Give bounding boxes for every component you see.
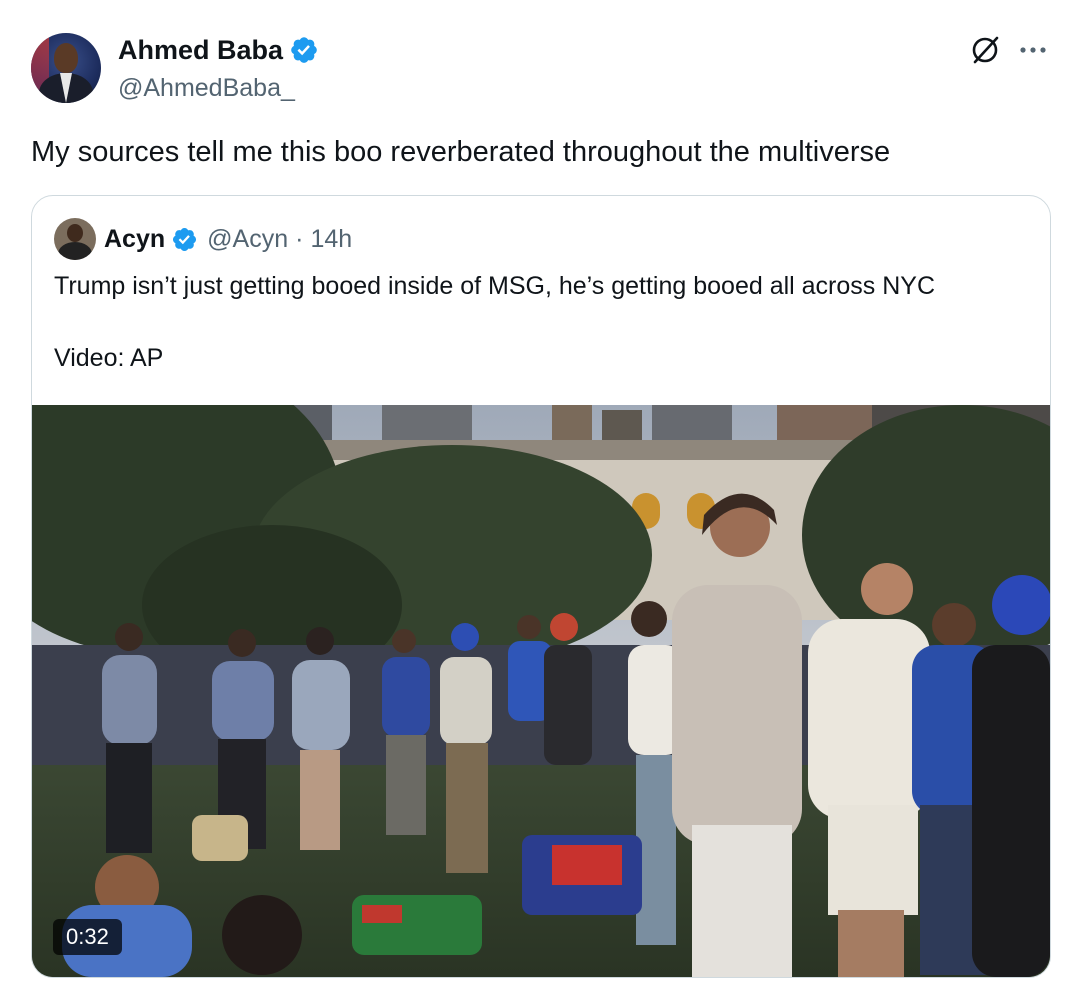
author-name-text[interactable]: Ahmed Baba: [118, 34, 283, 66]
video-player[interactable]: 0:32: [32, 405, 1050, 977]
quoted-tweet-text: Trump isn’t just getting booed inside of…: [54, 272, 936, 300]
quoted-tweet-credit: Video: AP: [54, 344, 164, 372]
more-options-icon[interactable]: [1016, 33, 1050, 67]
quoted-author-handle[interactable]: @Acyn: [207, 225, 288, 254]
video-thumbnail: [32, 405, 1050, 977]
grok-icon[interactable]: [968, 33, 1002, 67]
quoted-author-name[interactable]: Acyn: [104, 225, 165, 254]
tweet: Ahmed Baba @AhmedBaba_ My sources tell m…: [0, 0, 1066, 996]
quoted-tweet-header: Acyn @Acyn · 14h: [104, 221, 352, 257]
verified-badge-icon: [291, 37, 317, 63]
author-handle[interactable]: @AhmedBaba_: [118, 72, 295, 104]
tweet-text: My sources tell me this boo reverberated…: [31, 136, 891, 168]
quoted-tweet-time[interactable]: 14h: [310, 225, 352, 254]
meta-separator: ·: [295, 224, 304, 253]
quoted-author-avatar[interactable]: [54, 218, 96, 260]
verified-badge-icon: [173, 227, 197, 251]
video-duration: 0:32: [53, 919, 122, 955]
author-avatar[interactable]: [31, 33, 101, 103]
quoted-tweet-card[interactable]: Acyn @Acyn · 14h Trump isn’t just gettin…: [31, 195, 1051, 978]
author-display-name[interactable]: Ahmed Baba: [118, 34, 319, 66]
